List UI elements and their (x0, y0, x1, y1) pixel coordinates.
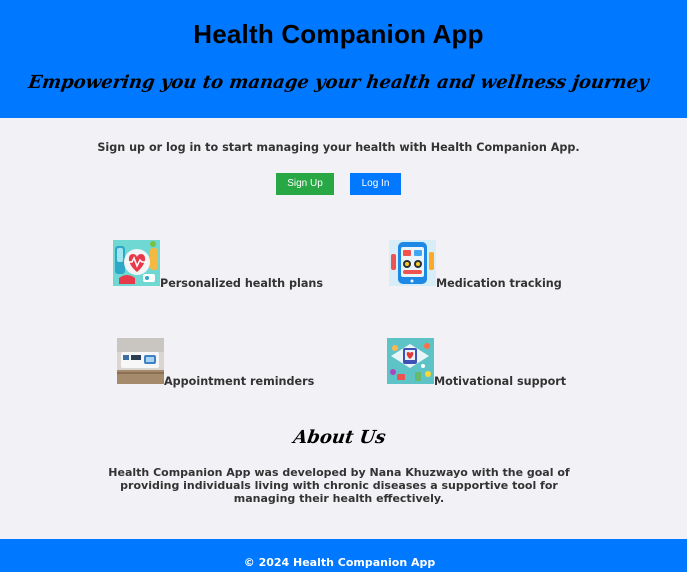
feature-label-medication-tracking: Medication tracking (436, 277, 562, 290)
feature-label-health-plans: Personalized health plans (160, 277, 323, 290)
app-title: Health Companion App (193, 19, 484, 49)
app-footer: © 2024 Health Companion App (0, 539, 687, 572)
app-header: Health Companion App Empowering you to m… (0, 0, 687, 118)
log-in-button[interactable]: Log In (350, 173, 401, 195)
health-plan-icon (113, 240, 160, 286)
sign-up-button[interactable]: Sign Up (276, 173, 334, 195)
medication-tracker-icon (389, 240, 436, 286)
intro-text: Sign up or log in to start managing your… (97, 141, 580, 154)
feature-label-appointment-reminders: Appointment reminders (164, 375, 315, 388)
motivational-support-icon (387, 338, 434, 384)
feature-label-motivational-support: Motivational support (434, 375, 567, 388)
appointment-reminder-icon (117, 338, 164, 384)
app-tagline: Empowering you to manage your health and… (26, 72, 651, 93)
copyright-text: © 2024 Health Companion App (243, 556, 436, 569)
about-us-text: Health Companion App was developed by Na… (108, 466, 570, 505)
about-us-heading: About Us (291, 427, 388, 448)
